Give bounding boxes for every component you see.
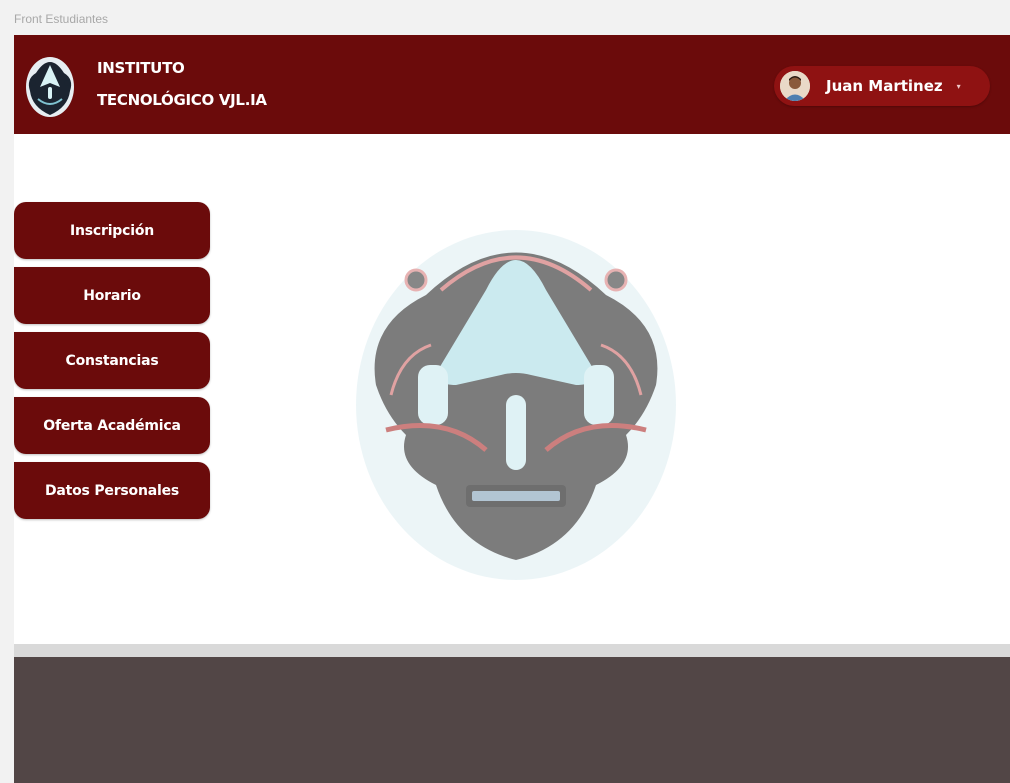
nav-button-datos-personales[interactable]: Datos Personales	[14, 462, 210, 519]
institute-emblem-watermark	[356, 230, 676, 580]
nav-button-oferta-academica[interactable]: Oferta Académica	[14, 397, 210, 454]
user-avatar-icon	[780, 71, 810, 101]
nav-button-constancias[interactable]: Constancias	[14, 332, 210, 389]
user-menu-button[interactable]: Juan Martinez ▾	[774, 66, 990, 106]
frame-label: Front Estudiantes	[14, 12, 109, 26]
institute-logo-icon[interactable]	[24, 49, 76, 121]
content-divider	[14, 644, 1010, 657]
nav-button-horario[interactable]: Horario	[14, 267, 210, 324]
institution-name-line1: INSTITUTO	[97, 59, 185, 77]
institution-name: INSTITUTO TECNOLÓGICO VJL.IA	[97, 52, 267, 116]
institution-name-line2: TECNOLÓGICO VJL.IA	[97, 91, 267, 109]
chevron-down-icon: ▾	[956, 81, 961, 91]
user-name: Juan Martinez	[826, 77, 943, 95]
header-bar: INSTITUTO TECNOLÓGICO VJL.IA Juan Martin…	[14, 35, 1010, 134]
footer	[14, 657, 1010, 783]
app-frame: INSTITUTO TECNOLÓGICO VJL.IA Juan Martin…	[14, 35, 1010, 783]
nav-button-inscripcion[interactable]: Inscripción	[14, 202, 210, 259]
sidebar-nav: Inscripción Horario Constancias Oferta A…	[14, 202, 210, 527]
